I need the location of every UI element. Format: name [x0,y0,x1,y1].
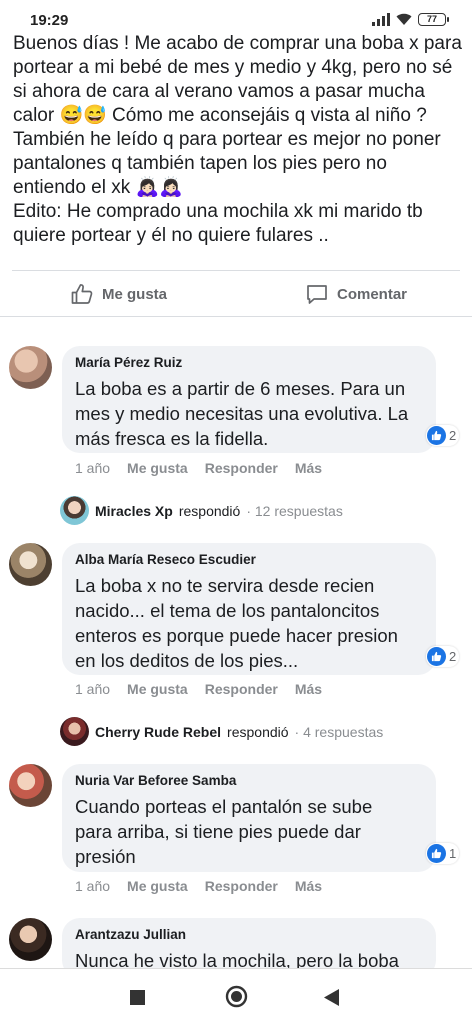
like-label: Me gusta [102,285,168,303]
post-line: Edito: He comprado una mochila xk mi mar… [13,201,423,222]
comment-text-line: La boba x no te servira desde recien [75,575,375,596]
reaction-count-badge[interactable]: 1 [426,843,460,864]
comment-like-link[interactable]: Me gusta [127,460,188,476]
comment-text-line: más fresca es la fidella. [75,428,269,449]
post-line: si ahora de cara al verano vamos a pasar… [13,81,425,102]
replies-link[interactable]: Cherry Rude Rebel respondió · 4 respuest… [60,717,383,746]
comment-author[interactable]: María Pérez Ruiz [75,354,424,372]
comment-reply-link[interactable]: Responder [205,460,278,476]
comment-meta: 1 año Me gusta Responder Más [75,681,322,697]
comment-bubble: María Pérez Ruiz La boba es a partir de … [62,346,436,453]
reaction-count-badge[interactable]: 2 [426,425,460,446]
comment-more-link[interactable]: Más [295,878,322,894]
comment-time[interactable]: 1 año [75,460,110,476]
comment-reply-link[interactable]: Responder [205,878,278,894]
comment-bubble: Nuria Var Beforee Samba Cuando porteas e… [62,764,436,872]
reaction-count-badge[interactable]: 2 [426,646,460,667]
comment-meta: 1 año Me gusta Responder Más [75,878,322,894]
reply-count: · 4 respuestas [294,723,384,740]
status-icons: 77 [372,12,449,26]
reply-author: Miracles Xp [95,502,173,519]
like-reaction-icon [427,844,446,863]
post-line: También he leído q para portear es mejor… [13,129,441,150]
avatar[interactable] [9,346,52,389]
comment-text-line: Cuando porteas el pantalón se sube [75,796,373,817]
replies-link[interactable]: Miracles Xp respondió · 12 respuestas [60,496,343,525]
avatar [60,496,89,525]
avatar[interactable] [9,918,52,961]
reply-author: Cherry Rude Rebel [95,723,222,740]
comment-text-line: enteros es porque puede hacer presion [75,625,398,646]
comment-more-link[interactable]: Más [295,460,322,476]
post-text: Buenos días ! Me acabo de comprar una bo… [13,32,463,248]
comment-button[interactable]: Comentar [305,274,407,314]
comment-text-line: para arriba, si tiene pies puede dar [75,821,361,842]
post-line: portear a mi bebé de mes y medio y 4kg, … [13,57,453,78]
status-time: 19:29 [30,12,69,29]
reaction-count: 1 [449,846,457,861]
comment-text-line: presión [75,846,136,867]
comment-like-link[interactable]: Me gusta [127,681,188,697]
wifi-icon [396,13,412,25]
post-line: Buenos días ! Me acabo de comprar una bo… [13,33,462,54]
like-reaction-icon [427,647,446,666]
comment-time[interactable]: 1 año [75,878,110,894]
comment-meta: 1 año Me gusta Responder Más [75,460,322,476]
signal-icon [372,12,390,26]
post-action-bar: Me gusta Comentar [0,274,472,314]
status-bar: 19:29 77 [0,0,472,34]
comment-more-link[interactable]: Más [295,681,322,697]
reply-verb: respondió [227,723,289,740]
avatar [60,717,89,746]
comment-text-line: mes y medio necesitas una evolutiva. La [75,403,409,424]
comment-label: Comentar [337,285,408,303]
comment-author[interactable]: Alba María Reseco Escudier [75,551,424,569]
thumbs-up-icon [71,284,93,304]
comment-reply-link[interactable]: Responder [205,681,278,697]
like-reaction-icon [427,426,446,445]
reaction-count: 2 [449,428,457,443]
battery-icon: 77 [418,12,449,26]
avatar[interactable] [9,764,52,807]
reply-verb: respondió [178,502,241,519]
avatar[interactable] [9,543,52,586]
post-line: pantalones q también tapen los pies pero… [13,153,387,174]
reaction-count: 2 [449,649,457,664]
home-circle-icon[interactable] [225,985,248,1008]
system-navigation-bar [0,968,472,1024]
post-line: calor 😅😅 Cómo me aconsejáis q vista al n… [13,105,427,126]
reply-count: · 12 respuestas [246,502,343,519]
comment-text-line: en los deditos de los pies... [75,650,299,671]
recents-square-icon[interactable] [130,990,145,1005]
comment-bubble: Alba María Reseco Escudier La boba x no … [62,543,436,675]
back-triangle-icon[interactable] [324,989,339,1006]
comment-text-line: nacido... el tema de los pantaloncitos [75,600,380,621]
section-separator [0,316,472,334]
comment-time[interactable]: 1 año [75,681,110,697]
like-button[interactable]: Me gusta [70,274,167,314]
comment-author[interactable]: Arantzazu Jullian [75,926,424,944]
post-line: quiere portear y él no quiere fulares .. [13,225,329,246]
divider [12,270,460,271]
comment-like-link[interactable]: Me gusta [127,878,188,894]
comment-text-line: La boba es a partir de 6 meses. Para un [75,378,406,399]
comment-icon [307,285,327,304]
comment-author[interactable]: Nuria Var Beforee Samba [75,772,424,790]
post-line: entiendo el xk 🙇🏻‍♀️🙇🏻‍♀️ [13,177,183,198]
